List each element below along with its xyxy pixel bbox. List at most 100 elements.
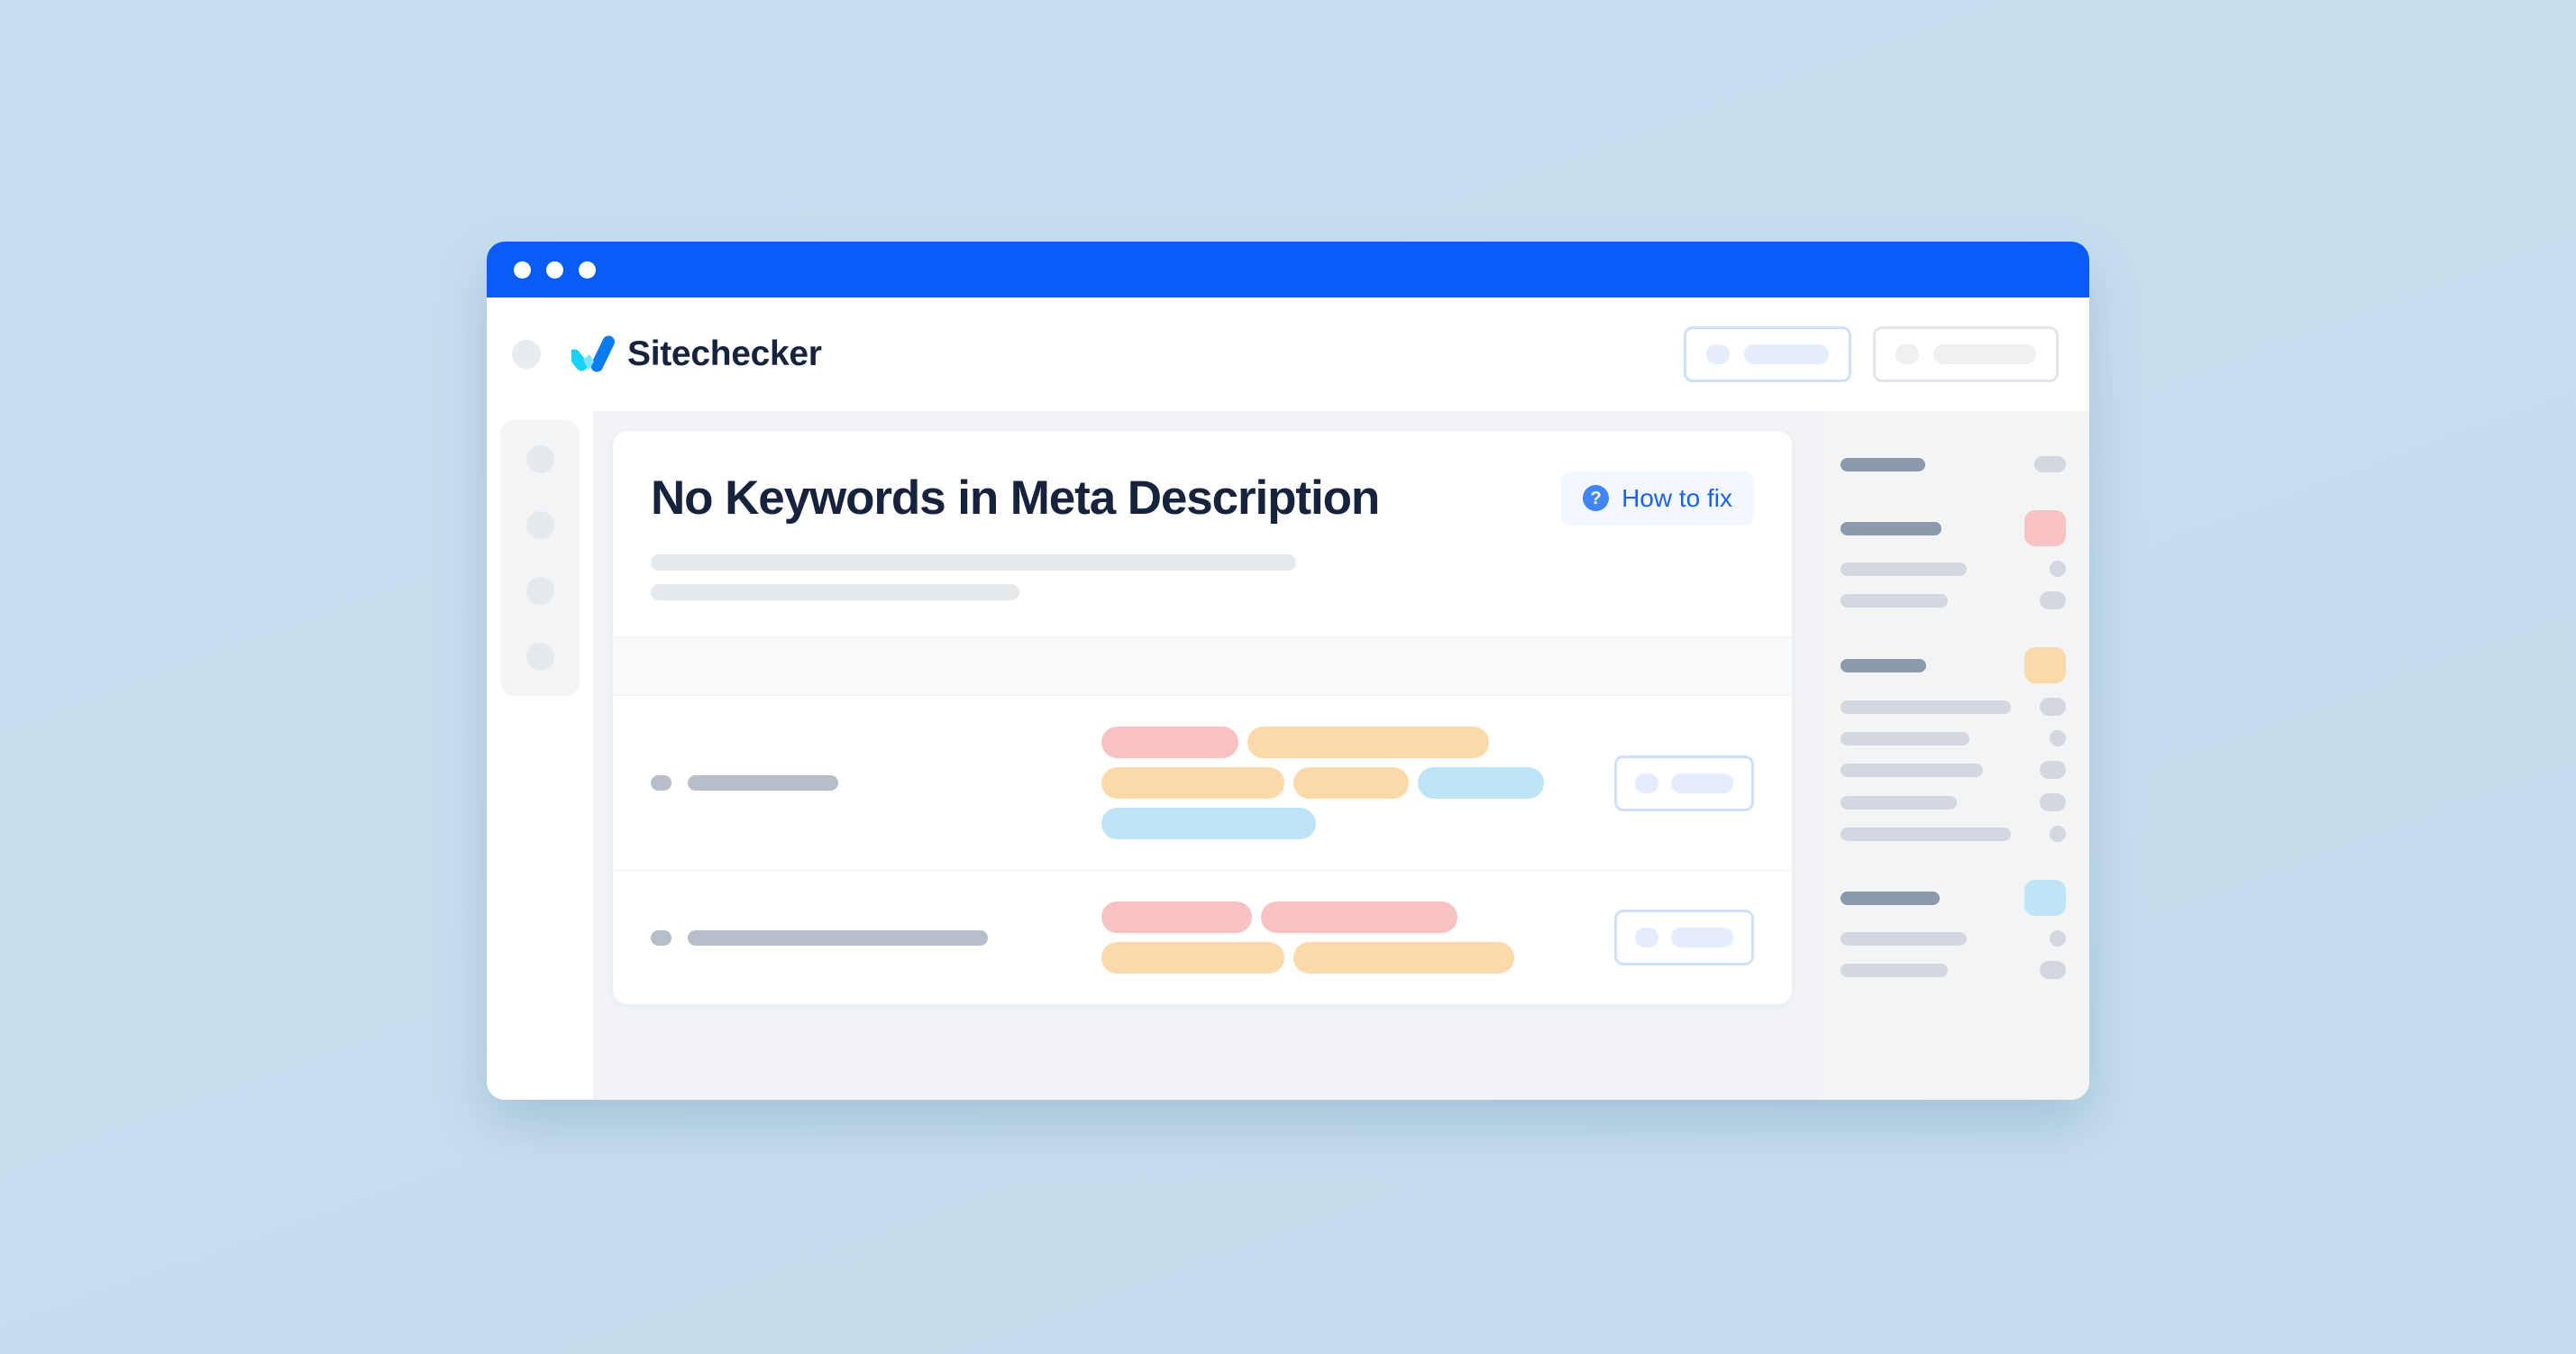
keyword-pill <box>1101 808 1316 839</box>
how-to-fix-label: How to fix <box>1621 483 1732 512</box>
right-panel-row[interactable] <box>1841 561 2066 577</box>
page-title: No Keywords in Meta Description <box>651 471 1380 525</box>
header-button-primary[interactable] <box>1684 326 1851 382</box>
keyword-pill <box>1293 767 1409 799</box>
title-row: No Keywords in Meta Description ? How to… <box>651 471 1754 526</box>
header-button-secondary-icon <box>1895 344 1919 364</box>
right-panel-row[interactable] <box>1841 880 2066 916</box>
keyword-pill <box>1247 727 1489 758</box>
row-status-dot <box>651 929 671 946</box>
right-panel-row[interactable] <box>1841 761 2066 779</box>
issue-card-header: No Keywords in Meta Description ? How to… <box>613 431 1792 636</box>
row-label-bar <box>688 929 988 946</box>
sitechecker-check-logo-icon <box>571 335 615 372</box>
right-panel-label <box>1841 658 1926 672</box>
table-row[interactable] <box>613 695 1792 870</box>
right-panel-label <box>1841 795 1957 810</box>
rail-icon-2[interactable] <box>525 511 554 539</box>
right-panel-badge <box>2034 456 2066 472</box>
row-keyword-pills <box>1101 901 1587 974</box>
right-panel-badge <box>2050 826 2066 842</box>
right-panel-badge <box>2040 698 2066 716</box>
keyword-pill <box>1101 901 1252 933</box>
row-action-label <box>1671 773 1733 793</box>
table-header-strip <box>613 636 1792 695</box>
pill-line <box>1101 901 1587 933</box>
header-button-secondary-label <box>1933 344 2036 364</box>
right-panel-group <box>1841 647 2066 842</box>
right-panel-badge <box>2040 591 2066 609</box>
right-panel-row[interactable] <box>1841 826 2066 842</box>
right-panel-label <box>1841 562 1967 576</box>
keyword-pill <box>1418 767 1544 799</box>
question-mark-icon: ? <box>1583 485 1610 511</box>
window-minimize-dot[interactable] <box>546 261 563 279</box>
how-to-fix-button[interactable]: ? How to fix <box>1561 471 1754 526</box>
header-button-primary-icon <box>1706 344 1730 364</box>
right-panel-badge <box>2050 561 2066 577</box>
keyword-pill <box>1101 767 1284 799</box>
description-placeholder <box>651 554 1754 600</box>
keyword-pill <box>1261 901 1457 933</box>
row-action-label <box>1671 928 1733 947</box>
rail-icon-1[interactable] <box>525 445 554 473</box>
window-maximize-dot[interactable] <box>579 261 596 279</box>
issue-card: No Keywords in Meta Description ? How to… <box>613 431 1792 1004</box>
right-panel-group <box>1841 510 2066 609</box>
browser-titlebar <box>487 242 2089 297</box>
keyword-pill <box>1293 942 1514 974</box>
row-keyword-pills <box>1101 727 1587 839</box>
right-panel-badge <box>2040 961 2066 979</box>
description-line-2 <box>651 584 1019 600</box>
right-panel-label <box>1841 593 1948 608</box>
right-panel-row[interactable] <box>1841 456 2066 472</box>
row-label <box>651 775 1101 791</box>
right-panel-group <box>1841 880 2066 979</box>
right-panel-row[interactable] <box>1841 793 2066 811</box>
right-panel-label <box>1841 891 1940 905</box>
right-panel-row[interactable] <box>1841 591 2066 609</box>
row-status-dot <box>651 775 671 791</box>
main-content: No Keywords in Meta Description ? How to… <box>593 411 1819 1100</box>
pill-line <box>1101 942 1587 974</box>
row-action-icon <box>1635 773 1658 793</box>
left-sidebar <box>487 411 593 1100</box>
right-panel-group <box>1841 456 2066 472</box>
right-sidebar <box>1819 411 2089 1100</box>
header-button-secondary[interactable] <box>1873 326 2059 382</box>
right-panel-row[interactable] <box>1841 961 2066 979</box>
pill-line <box>1101 808 1587 839</box>
description-line-1 <box>651 554 1296 571</box>
row-action-icon <box>1635 928 1658 947</box>
row-label <box>651 929 1101 946</box>
rail-icon-4[interactable] <box>525 643 554 671</box>
rail-icon-3[interactable] <box>525 577 554 605</box>
keyword-pill <box>1101 727 1238 758</box>
brand-logo[interactable]: Sitechecker <box>571 334 822 374</box>
hamburger-icon[interactable] <box>512 340 541 369</box>
right-panel-row[interactable] <box>1841 930 2066 947</box>
right-panel-label <box>1841 521 1941 535</box>
row-action-button[interactable] <box>1614 910 1754 965</box>
right-panel-label <box>1841 963 1948 977</box>
right-panel-badge <box>2024 647 2066 683</box>
right-panel-row[interactable] <box>1841 510 2066 546</box>
keyword-pill <box>1101 942 1284 974</box>
right-panel-row[interactable] <box>1841 730 2066 746</box>
table-row[interactable] <box>613 870 1792 1004</box>
right-panel-label <box>1841 700 2011 714</box>
app-body: No Keywords in Meta Description ? How to… <box>487 411 2089 1100</box>
right-panel-label <box>1841 763 1983 777</box>
left-sidebar-panel <box>500 420 580 696</box>
row-action-button[interactable] <box>1614 755 1754 811</box>
brand-name: Sitechecker <box>627 334 822 373</box>
right-panel-badge <box>2040 793 2066 811</box>
right-panel-row[interactable] <box>1841 647 2066 683</box>
header-button-primary-label <box>1744 344 1829 364</box>
right-panel-row[interactable] <box>1841 698 2066 716</box>
window-close-dot[interactable] <box>514 261 531 279</box>
right-panel-label <box>1841 457 1925 471</box>
